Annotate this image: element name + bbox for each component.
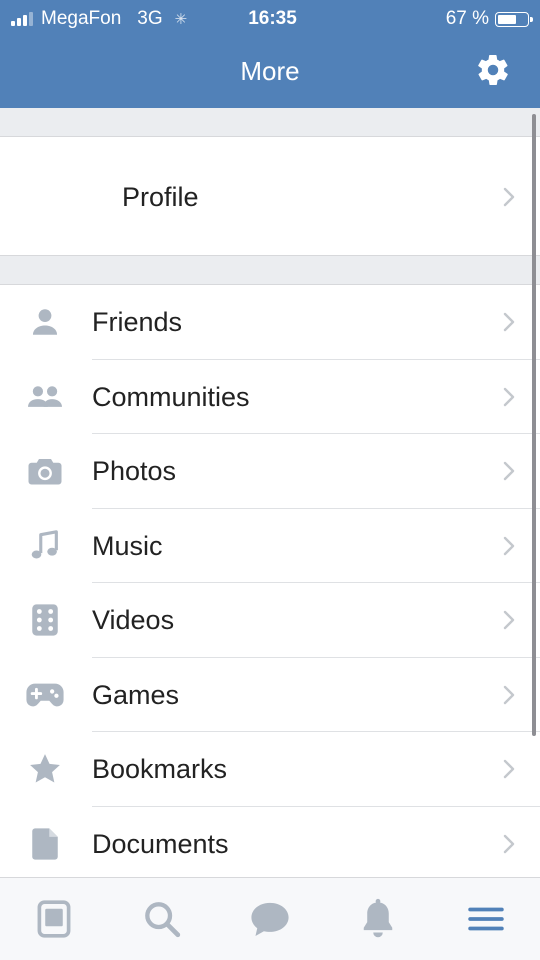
battery-percent: 67 % xyxy=(445,8,489,29)
messages-icon[interactable] xyxy=(247,896,293,942)
camera-icon xyxy=(24,450,66,492)
status-bar: MegaFon 3G ✳ 16:35 67 % xyxy=(0,0,540,38)
music-note-icon xyxy=(24,525,66,567)
notifications-icon[interactable] xyxy=(355,896,401,942)
menu-item-label: Photos xyxy=(92,456,177,486)
battery-icon xyxy=(495,11,533,27)
menu-item-label: Games xyxy=(92,679,180,710)
people-icon xyxy=(24,376,66,418)
profile-row[interactable]: Profile xyxy=(0,136,540,256)
menu-list: Friends Communities Photos Music Videos xyxy=(0,284,540,877)
chevron-right-icon xyxy=(503,759,515,779)
chevron-right-icon xyxy=(503,536,515,555)
menu-item-games[interactable]: Games xyxy=(0,658,540,732)
menu-item-documents[interactable]: Documents xyxy=(0,807,540,878)
settings-gear-icon[interactable] xyxy=(473,50,513,90)
chevron-right-icon xyxy=(503,187,515,207)
chevron-right-icon xyxy=(503,610,515,630)
news-icon[interactable] xyxy=(31,896,77,942)
header: MegaFon 3G ✳ 16:35 67 % More xyxy=(0,0,540,108)
chevron-right-icon xyxy=(503,685,515,704)
scrollbar[interactable] xyxy=(532,114,536,736)
menu-item-friends[interactable]: Friends xyxy=(0,285,540,360)
chevron-right-icon xyxy=(503,461,515,481)
menu-item-label: Music xyxy=(92,530,163,561)
person-icon xyxy=(24,301,66,343)
document-icon xyxy=(24,823,66,865)
menu-item-bookmarks[interactable]: Bookmarks xyxy=(0,732,540,807)
menu-icon[interactable] xyxy=(463,896,509,942)
gamepad-icon xyxy=(24,674,66,716)
menu-item-photos[interactable]: Photos xyxy=(0,434,540,509)
menu-item-label: Communities xyxy=(92,381,250,412)
menu-item-label: Bookmarks xyxy=(92,754,228,784)
chevron-right-icon xyxy=(503,387,515,406)
menu-item-videos[interactable]: Videos xyxy=(0,583,540,658)
chevron-right-icon xyxy=(503,312,515,332)
search-icon[interactable] xyxy=(139,896,185,942)
star-icon xyxy=(24,748,66,790)
menu-item-label: Videos xyxy=(92,605,175,635)
menu-item-music[interactable]: Music xyxy=(0,509,540,583)
profile-label: Profile xyxy=(122,182,199,212)
menu-item-label: Documents xyxy=(92,828,229,859)
chevron-right-icon xyxy=(503,834,515,853)
tab-bar xyxy=(0,877,540,960)
menu-item-communities[interactable]: Communities xyxy=(0,360,540,434)
film-icon xyxy=(24,599,66,641)
menu-item-label: Friends xyxy=(92,307,183,337)
page-title: More xyxy=(240,56,300,86)
